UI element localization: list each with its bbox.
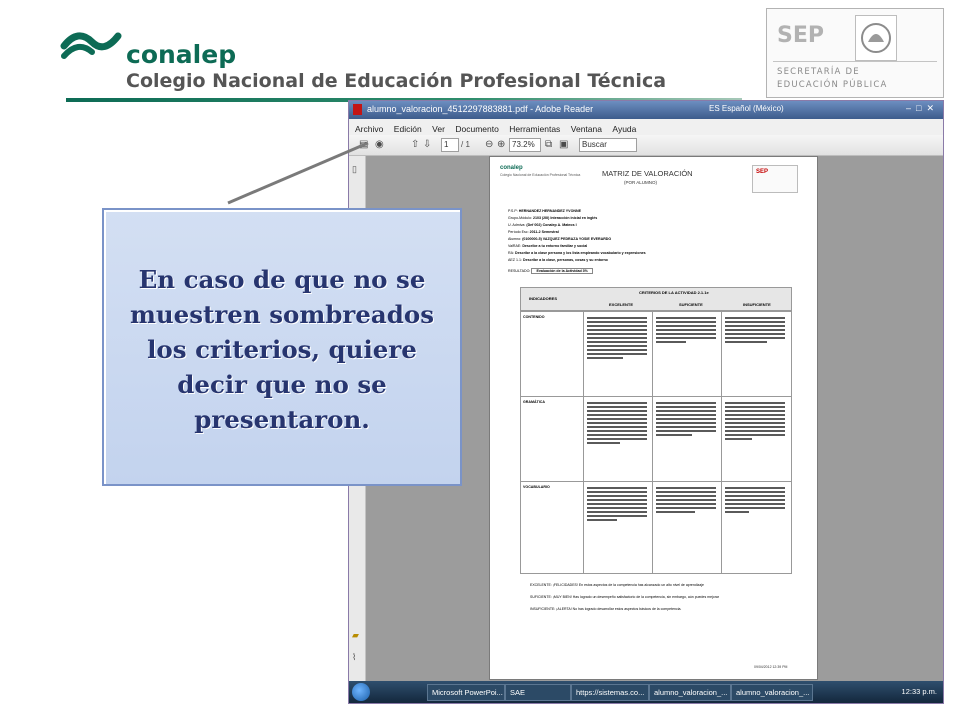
callout-box: En caso de que no se muestren sombreados…	[102, 208, 462, 486]
callout-text: En caso de que no se muestren sombreados…	[129, 265, 435, 434]
